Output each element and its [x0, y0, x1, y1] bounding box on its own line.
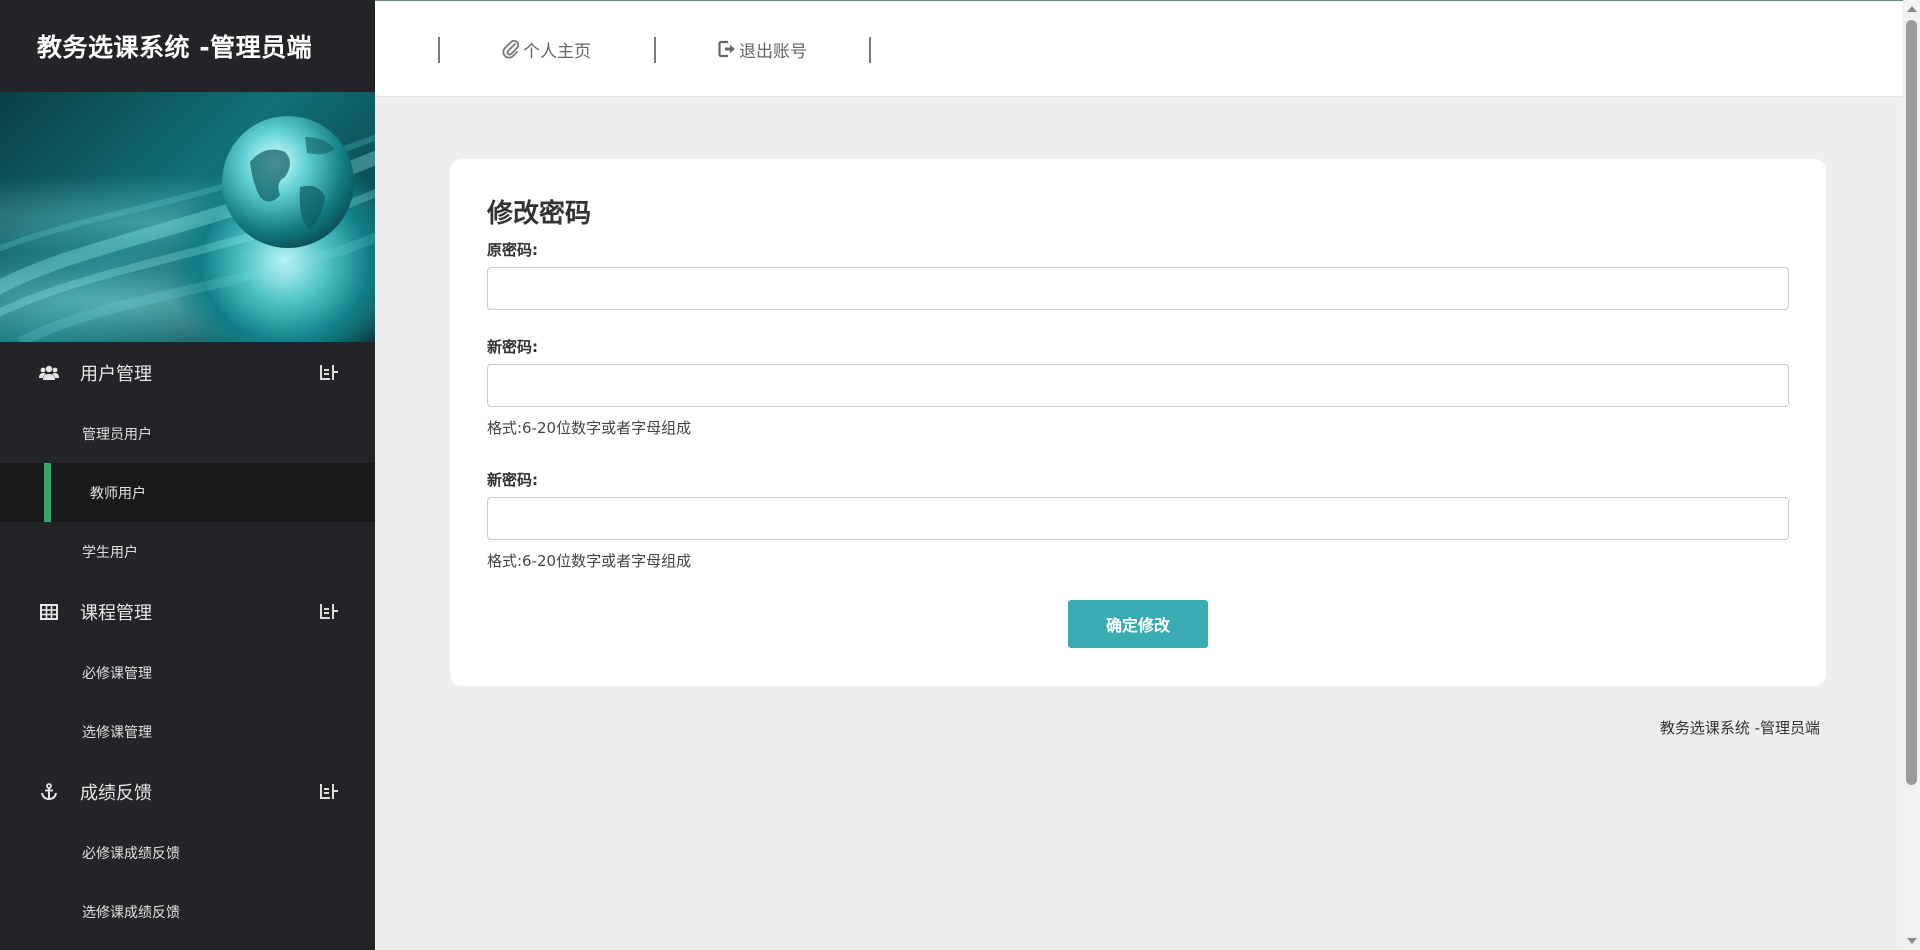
top-header: 个人主页 退出账号 [375, 0, 1903, 97]
new-password-hint: 格式:6-20位数字或者字母组成 [487, 419, 692, 437]
logout-link-label: 退出账号 [739, 41, 807, 62]
sidebar-item-teacher-users[interactable]: 教师用户 [0, 463, 375, 522]
change-password-card: 修改密码 原密码: 新密码: 格式:6-20位数字或者字母组成 新密码: 格式:… [450, 159, 1826, 686]
sign-out-icon [718, 40, 735, 58]
scroll-down-icon[interactable] [1907, 938, 1917, 944]
paperclip-icon [502, 39, 520, 59]
menu-group-label: 课程管理 [80, 603, 152, 624]
sidebar-item-required-courses[interactable]: 必修课管理 [0, 643, 375, 702]
menu-group-user-management[interactable]: 用户管理 [0, 342, 375, 404]
sidebar-item-elective-courses[interactable]: 选修课管理 [0, 702, 375, 761]
sidebar-item-required-grade-feedback[interactable]: 必修课成绩反馈 [0, 823, 375, 882]
collapse-icon[interactable] [318, 362, 340, 384]
header-separator [869, 37, 871, 63]
sidebar: 教务选课系统 -管理员端 用户管理 管理员用户 教师用户 学生用户 课程管理 必… [0, 0, 375, 950]
confirm-password-input[interactable] [487, 497, 1789, 540]
old-password-input[interactable] [487, 267, 1789, 310]
footer-text: 教务选课系统 -管理员端 [1659, 719, 1820, 737]
profile-link[interactable]: 个人主页 [501, 35, 591, 63]
collapse-icon[interactable] [318, 601, 340, 623]
menu-group-label: 成绩反馈 [80, 783, 152, 804]
collapse-icon[interactable] [318, 781, 340, 803]
menu-group-label: 用户管理 [80, 364, 152, 385]
sidebar-item-admin-users[interactable]: 管理员用户 [0, 404, 375, 463]
new-password-label: 新密码: [487, 338, 538, 356]
old-password-label: 原密码: [487, 241, 538, 259]
confirm-password-hint: 格式:6-20位数字或者字母组成 [487, 552, 692, 570]
sidebar-item-student-users[interactable]: 学生用户 [0, 522, 375, 581]
anchor-icon [38, 781, 60, 803]
page-title: 修改密码 [487, 199, 592, 229]
globe-illustration [0, 116, 375, 342]
sidebar-item-elective-grade-feedback[interactable]: 选修课成绩反馈 [0, 882, 375, 941]
brand-title: 教务选课系统 -管理员端 [37, 33, 313, 62]
profile-link-label: 个人主页 [523, 41, 591, 62]
header-separator [438, 37, 440, 63]
table-icon [38, 601, 60, 623]
page-scrollbar[interactable] [1903, 0, 1920, 950]
menu-group-grade-feedback[interactable]: 成绩反馈 [0, 761, 375, 823]
scroll-up-icon[interactable] [1907, 6, 1917, 12]
sidebar-menu: 用户管理 管理员用户 教师用户 学生用户 课程管理 必修课管理 选修课管理 成绩… [0, 342, 375, 941]
menu-group-course-management[interactable]: 课程管理 [0, 581, 375, 643]
scrollbar-thumb[interactable] [1906, 20, 1917, 785]
users-icon [38, 362, 60, 384]
header-separator [654, 37, 656, 63]
new-password-input[interactable] [487, 364, 1789, 407]
confirm-change-button[interactable]: 确定修改 [1068, 600, 1208, 648]
logout-link[interactable]: 退出账号 [717, 35, 807, 63]
banner-image [0, 92, 375, 342]
confirm-password-label: 新密码: [487, 471, 538, 489]
